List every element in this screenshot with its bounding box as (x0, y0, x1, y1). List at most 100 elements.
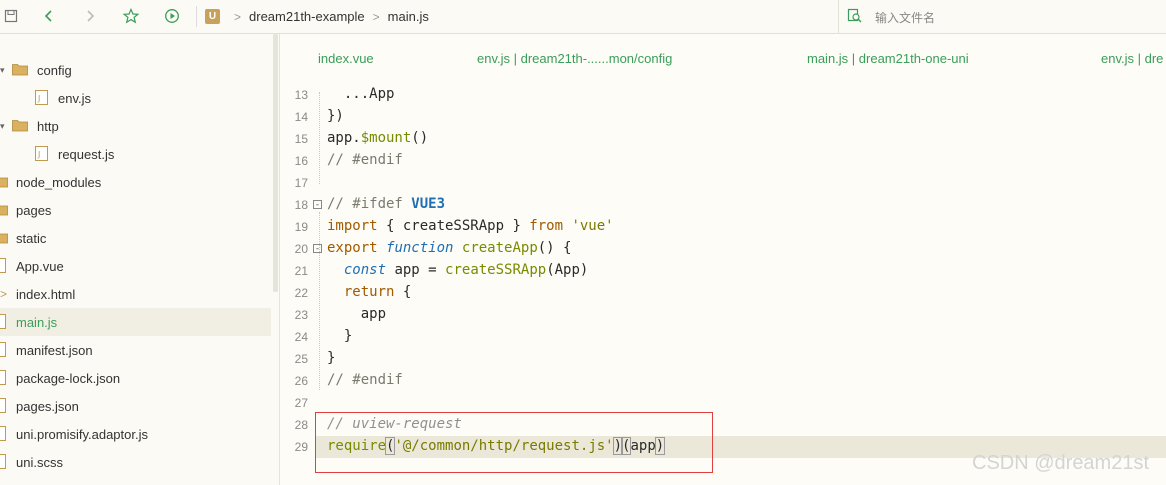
tree-item-label: main.js (16, 314, 58, 330)
line-number: 18 (294, 198, 308, 212)
tree-item-label: manifest.json (16, 342, 93, 358)
sidebar-scrollbar[interactable] (273, 34, 278, 292)
editor-tabs: index.vue env.js | dream21th-......mon/c… (280, 34, 1166, 84)
folder-icon (12, 119, 28, 135)
tree-file-pages-json[interactable]: pages.json (0, 392, 271, 420)
tree-file-index-html[interactable]: > index.html (0, 280, 271, 308)
tree-item-label: http (37, 118, 59, 134)
breadcrumb-separator-icon: > (372, 9, 380, 24)
file-search-box[interactable]: 输入文件名 (838, 0, 1166, 33)
breadcrumb-file[interactable]: main.js (388, 9, 429, 24)
html-file-icon: > (0, 287, 8, 301)
chevron-down-icon[interactable]: ▾ (0, 65, 5, 76)
tree-file-app-vue[interactable]: App.vue (0, 252, 271, 280)
tree-item-label: env.js (58, 90, 91, 106)
tab-main-js[interactable]: main.js | dream21th-one-uni (807, 51, 969, 66)
line-number: 17 (294, 176, 308, 190)
line-number: 28 (294, 418, 308, 432)
code-text: // #ifdef VUE3 (327, 196, 446, 212)
code-line: 23 app (280, 304, 1166, 326)
toolbar-divider (196, 6, 197, 27)
code-line: 13 ...App (280, 84, 1166, 106)
code-line: 19 import { createSSRApp } from 'vue' (280, 216, 1166, 238)
line-number: 29 (294, 440, 308, 454)
code-line: 22 return { (280, 282, 1166, 304)
folder-icon (0, 231, 8, 247)
highlight-annotation-box (315, 412, 713, 473)
tree-folder-pages[interactable]: pages (0, 196, 271, 224)
tree-item-label: uni.scss (16, 454, 63, 470)
line-number: 16 (294, 154, 308, 168)
js-file-icon (0, 426, 6, 444)
tree-file-uni-scss[interactable]: uni.scss (0, 448, 271, 476)
tree-folder-config[interactable]: ▾ config (0, 56, 271, 84)
json-file-icon (0, 370, 6, 388)
tree-folder-static[interactable]: static (0, 224, 271, 252)
scss-file-icon (0, 454, 6, 472)
save-icon[interactable] (0, 5, 22, 27)
svg-text:J: J (37, 150, 40, 159)
vue-file-icon (0, 258, 6, 276)
star-icon[interactable] (120, 5, 142, 27)
code-text: export function createApp() { (327, 240, 572, 256)
code-text: ...App (327, 86, 395, 102)
tree-item-label: node_modules (16, 174, 102, 190)
tree-item-label: request.js (58, 146, 115, 162)
line-number: 14 (294, 110, 308, 124)
code-line: 26 // #endif (280, 370, 1166, 392)
line-number: 27 (294, 396, 308, 410)
code-text: }) (327, 108, 344, 124)
tree-item-label: pages (16, 202, 52, 218)
chevron-down-icon[interactable]: ▾ (0, 121, 5, 132)
line-number: 20 (294, 242, 308, 256)
line-number: 23 (294, 308, 308, 322)
code-text: import { createSSRApp } from 'vue' (327, 218, 614, 234)
line-number: 24 (294, 330, 308, 344)
line-number: 15 (294, 132, 308, 146)
fold-minus-icon[interactable]: - (313, 200, 322, 210)
tree-file-main-js[interactable]: main.js (0, 308, 271, 336)
code-text: app (327, 306, 387, 322)
file-search-input[interactable]: 输入文件名 (875, 9, 935, 26)
tab-index-vue[interactable]: index.vue (318, 51, 374, 66)
breadcrumb-separator-icon: > (234, 9, 242, 24)
code-line: 27 (280, 392, 1166, 414)
breadcrumb: U > dream21th-example > main.js (205, 0, 429, 33)
js-file-icon: J (35, 146, 48, 164)
tree-folder-http[interactable]: ▾ http (0, 112, 271, 140)
tree-file-package-lock-json[interactable]: package-lock.json (0, 364, 271, 392)
tab-env-js-config[interactable]: env.js | dream21th-......mon/config (477, 51, 672, 66)
tree-item-label: index.html (16, 286, 76, 302)
project-logo-icon: U (205, 9, 220, 24)
json-file-icon (0, 398, 6, 416)
code-line: 25} (280, 348, 1166, 370)
tree-folder-node-modules[interactable]: node_modules (0, 168, 271, 196)
code-text: } (327, 328, 353, 344)
line-number: 21 (294, 264, 308, 278)
js-file-icon (0, 314, 6, 332)
tab-env-js[interactable]: env.js | dre (1101, 51, 1163, 66)
tree-file-uni-promisify-adaptor-js[interactable]: uni.promisify.adaptor.js (0, 420, 271, 448)
run-icon[interactable] (161, 5, 183, 27)
tree-file-request-js[interactable]: J request.js (0, 140, 271, 168)
code-text: // #endif (327, 372, 403, 388)
tree-item-label: config (37, 62, 72, 78)
breadcrumb-project[interactable]: dream21th-example (249, 9, 365, 24)
json-file-icon (0, 342, 6, 360)
tree-file-env-js[interactable]: J env.js (0, 84, 271, 112)
fold-minus-icon[interactable]: - (313, 244, 322, 254)
forward-arrow-icon[interactable] (79, 5, 101, 27)
js-file-icon: J (35, 90, 48, 108)
folder-icon (12, 63, 28, 79)
top-toolbar: U > dream21th-example > main.js 输入文件名 (0, 0, 1166, 34)
folder-icon (0, 203, 8, 219)
code-line: 16 // #endif (280, 150, 1166, 172)
line-number: 25 (294, 352, 308, 366)
tree-item-label: App.vue (16, 258, 64, 274)
back-arrow-icon[interactable] (38, 5, 60, 27)
tree-item-label: static (16, 230, 47, 246)
code-line: 21 const app = createSSRApp(App) (280, 260, 1166, 282)
tree-item-label: package-lock.json (16, 370, 121, 386)
code-line: 15 app.$mount() (280, 128, 1166, 150)
tree-file-manifest-json[interactable]: manifest.json (0, 336, 271, 364)
